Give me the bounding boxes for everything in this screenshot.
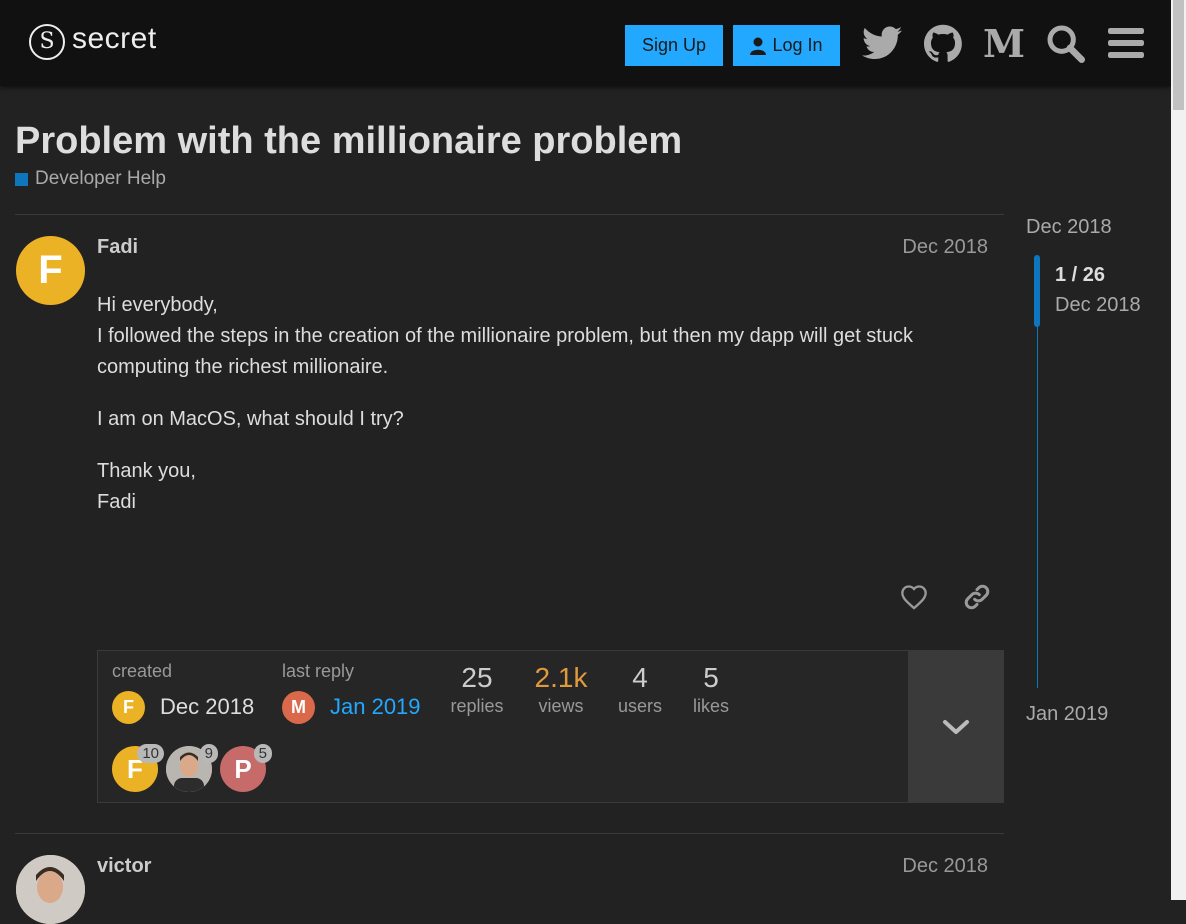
- search-icon[interactable]: [1044, 22, 1086, 64]
- topic-title[interactable]: Problem with the millionaire problem: [15, 120, 682, 163]
- post-paragraph: Hi everybody, I followed the steps in th…: [97, 290, 997, 383]
- created-label: created: [112, 661, 173, 681]
- post-line: Thank you,: [97, 460, 196, 482]
- stat-replies: 25 replies: [441, 662, 513, 717]
- participant-post-count: 9: [199, 744, 218, 763]
- timeline-handle[interactable]: [1034, 255, 1040, 327]
- created-date: Dec 2018: [160, 694, 255, 719]
- participant-post-count: 10: [137, 744, 164, 763]
- last-reply-date[interactable]: Jan 2019: [330, 694, 421, 720]
- post-body: Hi everybody, I followed the steps in th…: [97, 290, 997, 539]
- link-icon[interactable]: [960, 580, 994, 614]
- timeline-position-date: Dec 2018: [1055, 294, 1141, 316]
- post-date[interactable]: Dec 2018: [902, 236, 988, 259]
- twitter-icon[interactable]: [861, 22, 903, 64]
- participant-avatar[interactable]: P 5: [220, 744, 272, 792]
- timeline-position: 1 / 26: [1055, 264, 1106, 286]
- stat-number: 2.1k: [534, 662, 588, 693]
- category-badge[interactable]: Developer Help: [15, 168, 166, 190]
- site-header: S secret Sign Up Log In M: [0, 0, 1171, 86]
- stat-label: views: [538, 696, 584, 716]
- post-paragraph: Thank you, Fadi: [97, 456, 997, 518]
- participant-letter: P: [234, 753, 252, 784]
- stat-users: 4 users: [610, 662, 670, 717]
- stat-likes: 5 likes: [684, 662, 738, 717]
- like-icon[interactable]: [897, 580, 931, 614]
- page-scrollbar[interactable]: [1171, 0, 1186, 900]
- stat-number: 25: [461, 662, 493, 693]
- menu-icon[interactable]: [1105, 22, 1147, 64]
- github-icon[interactable]: [922, 22, 964, 64]
- post-line: Hi everybody,: [97, 294, 218, 316]
- participant-avatar[interactable]: 9: [166, 744, 218, 792]
- logo-icon: S: [29, 24, 65, 60]
- timeline-end-date[interactable]: Jan 2019: [1026, 703, 1108, 726]
- stat-label: users: [617, 696, 662, 716]
- medium-icon[interactable]: M: [983, 21, 1025, 66]
- stat-number: 4: [632, 662, 648, 693]
- last-reply-avatar[interactable]: M: [282, 691, 315, 724]
- divider: [15, 214, 1004, 215]
- created-avatar[interactable]: F: [112, 691, 145, 724]
- stat-views: 2.1k views: [526, 662, 596, 717]
- participant-post-count: 5: [253, 744, 272, 763]
- avatar[interactable]: [16, 855, 85, 924]
- post-username[interactable]: victor: [97, 855, 151, 878]
- signup-button[interactable]: Sign Up: [625, 25, 723, 66]
- post-paragraph: I am on MacOS, what should I try?: [97, 404, 997, 435]
- category-color-box: [15, 172, 28, 186]
- stat-number: 5: [703, 662, 719, 693]
- scrollbar-thumb[interactable]: [1173, 0, 1184, 110]
- site-logo[interactable]: S secret: [29, 22, 157, 60]
- participant-avatar[interactable]: F 10: [112, 744, 164, 792]
- logo-text: secret: [72, 22, 157, 55]
- post-username[interactable]: Fadi: [97, 236, 138, 259]
- last-reply-label: last reply: [282, 661, 355, 681]
- post-date[interactable]: Dec 2018: [902, 855, 988, 878]
- post-line: I followed the steps in the creation of …: [97, 325, 913, 378]
- login-label: Log In: [772, 35, 823, 55]
- stat-label: likes: [692, 696, 729, 716]
- post-line: Fadi: [97, 491, 136, 513]
- avatar[interactable]: F: [16, 236, 85, 305]
- login-button[interactable]: Log In: [733, 25, 840, 66]
- chevron-down-icon: [942, 719, 969, 734]
- stat-label: replies: [450, 696, 504, 716]
- person-photo-icon: [16, 855, 85, 924]
- timeline-start-date[interactable]: Dec 2018: [1026, 216, 1112, 239]
- category-name: Developer Help: [35, 168, 166, 189]
- expand-topic-map-button[interactable]: [908, 651, 1003, 802]
- divider: [15, 833, 1004, 834]
- user-icon: [750, 37, 767, 55]
- post-line: I am on MacOS, what should I try?: [97, 408, 404, 430]
